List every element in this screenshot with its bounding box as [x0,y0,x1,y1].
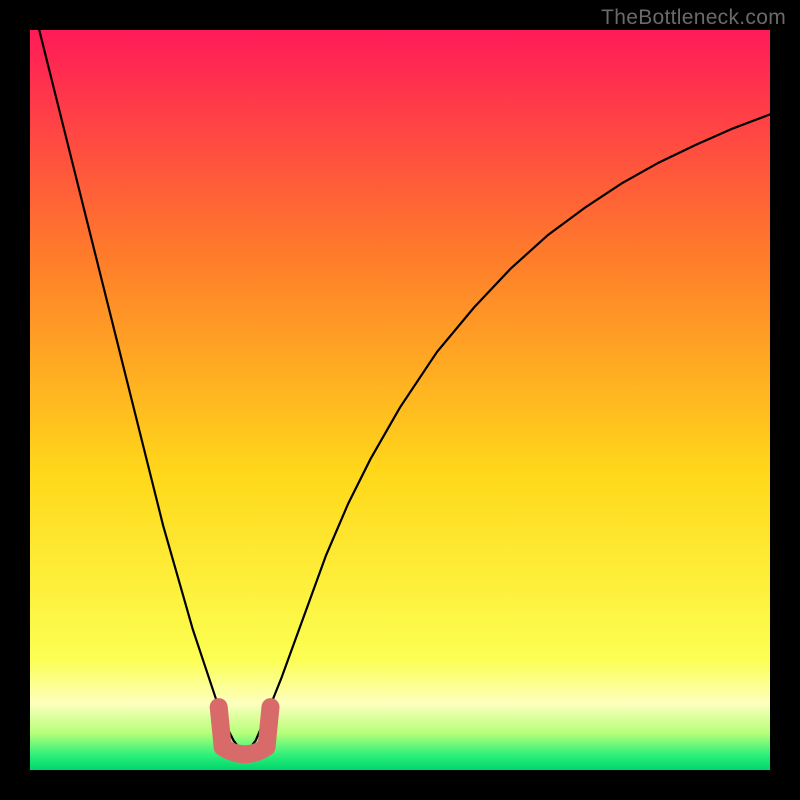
chart-stage: TheBottleneck.com [0,0,800,800]
watermark-text: TheBottleneck.com [601,6,786,30]
bottleneck-chart [0,0,800,800]
plot-background [30,30,770,770]
